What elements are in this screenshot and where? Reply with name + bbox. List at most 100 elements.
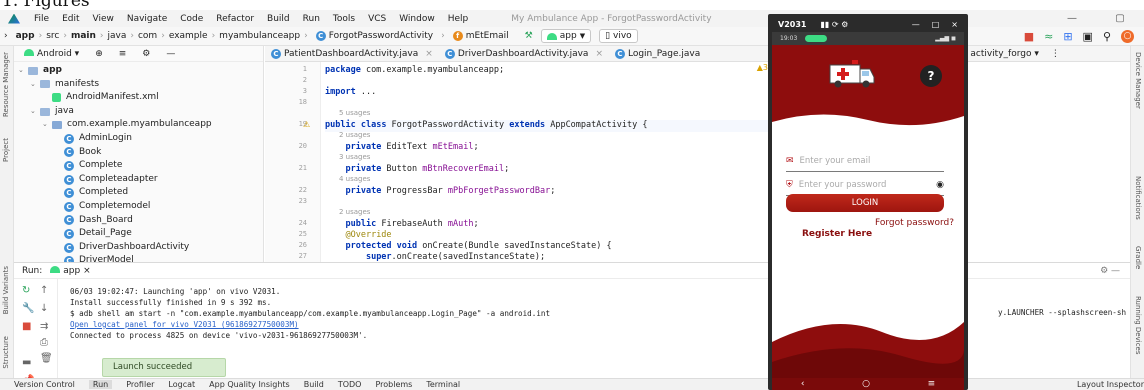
minimize-icon[interactable]: — [1048,10,1096,27]
inspection-widget[interactable]: ▲3 [757,63,768,72]
crumb-class[interactable]: C ForgotPasswordActivity [312,29,437,43]
stop-icon[interactable]: ■ [22,321,31,332]
rerun-icon[interactable]: ↻ [22,285,30,296]
bottom-tab-layout-inspector[interactable]: Layout Inspector [1077,380,1144,389]
recents-icon[interactable]: ≡ [928,379,936,389]
notifications-tab[interactable]: Notifications [1134,176,1142,220]
project-tree-item[interactable]: C DriverModel [14,254,263,262]
menu-view[interactable]: View [93,14,114,24]
menu-window[interactable]: Window [399,14,435,24]
project-tree-item[interactable]: ⌄ app [14,64,263,78]
minimize-icon[interactable]: — [912,20,920,29]
help-button[interactable]: ? [920,65,942,87]
collapse-icon[interactable]: ≡ [119,49,127,59]
bottom-tab-build[interactable]: Build [304,380,324,389]
resource-manager-tab[interactable]: Resource Manager [2,52,10,117]
project-tree-item[interactable]: ⌄ com.example.myambulanceapp [14,118,263,132]
project-tree-item[interactable]: C Detail_Page [14,227,263,241]
sdk-manager-icon[interactable]: ⊞ [1063,30,1072,43]
crumb-field[interactable]: f mEtEmail [449,29,513,43]
maximize-icon[interactable]: ▢ [1096,10,1144,27]
menu-run[interactable]: Run [303,14,320,24]
project-tree-item[interactable]: ⌄ java [14,105,263,119]
project-tree-item[interactable]: C Dash_Board [14,214,263,228]
locate-icon[interactable]: ⊕ [95,49,103,59]
stop-icon[interactable]: ■ [1024,30,1034,43]
hide-icon[interactable]: — [166,49,175,59]
tab-driver-dashboard[interactable]: C DriverDashboardActivity.java × [439,46,609,61]
back-arrow-icon[interactable]: › [4,31,8,41]
bottom-tab-run[interactable]: Run [88,380,113,389]
bottom-tab-todo[interactable]: TODO [338,380,362,389]
crumb-package[interactable]: myambulanceapp [219,31,300,41]
update-icon[interactable]: ○ [1121,30,1134,43]
menu-refactor[interactable]: Refactor [216,14,254,24]
device-manager-tab[interactable]: Device Manager [1134,52,1142,109]
menu-code[interactable]: Code [180,14,203,24]
running-devices-tab[interactable]: Running Devices [1134,296,1142,355]
menu-tools[interactable]: Tools [333,14,355,24]
gradle-tab[interactable]: Gradle [1134,246,1142,269]
apply-changes-icon[interactable]: ≈ [1044,30,1053,43]
crumb-com[interactable]: com [138,31,157,41]
tab-activity-forgot[interactable]: activity_forgo ▾ [958,48,1039,59]
menu-edit[interactable]: Edit [62,14,79,24]
print-icon[interactable]: ⎙ [40,337,48,348]
project-tree-item[interactable]: C Completeadapter [14,173,263,187]
structure-tab[interactable]: Structure [2,336,10,369]
run-config-dropdown[interactable]: app ▼ [540,29,592,43]
more-tabs-icon[interactable]: ⋮ [1051,49,1060,59]
project-tree-item[interactable]: C DriverDashboardActivity [14,241,263,255]
project-tree-item[interactable]: C Complete [14,159,263,173]
menu-help[interactable]: Help [448,14,469,24]
bottom-tab-logcat[interactable]: Logcat [168,380,195,389]
bottom-tab-terminal[interactable]: Terminal [426,380,460,389]
run-config-tab[interactable]: app × [50,265,91,276]
chevron-down-icon[interactable]: ⌄ [30,105,40,119]
project-view-select[interactable]: Android ▾ [24,48,79,59]
bottom-tab-profiler[interactable]: Profiler [126,380,154,389]
soft-wrap-icon[interactable]: ⇉ [40,321,48,332]
menu-build[interactable]: Build [267,14,290,24]
login-button[interactable]: LOGIN [786,194,944,212]
bottom-tab-version-control[interactable]: Version Control [14,380,75,389]
project-tree-item[interactable]: C AdminLogin [14,132,263,146]
crumb-example[interactable]: example [169,31,208,41]
run-settings-icon[interactable]: ⚙ — [1100,266,1120,276]
close-icon[interactable]: × [595,49,603,59]
crumb-java[interactable]: java [108,31,127,41]
project-tree-item[interactable]: C Completed [14,186,263,200]
close-icon[interactable]: × [425,49,433,59]
password-field[interactable]: ⛨ Enter your password ◉ [786,174,944,196]
chevron-down-icon[interactable]: ⌄ [42,118,52,132]
gutter-marker-icon[interactable]: ⚠ [303,120,310,129]
scroll-down-icon[interactable]: ↓ [40,303,48,314]
search-icon[interactable]: ⚲ [1103,30,1111,43]
menu-navigate[interactable]: Navigate [127,14,167,24]
code-editor[interactable]: ▲3 package com.example.myambulanceapp; im… [325,62,770,262]
crumb-src[interactable]: src [46,31,59,41]
back-icon[interactable]: ‹ [801,379,805,389]
device-dropdown[interactable]: ▯ vivo [599,29,638,43]
register-link[interactable]: Register Here [802,229,872,239]
crumb-app[interactable]: app [16,31,35,41]
chevron-down-icon[interactable]: ⌄ [30,78,40,92]
close-icon[interactable]: × [951,20,958,29]
build-variants-tab[interactable]: Build Variants [2,266,10,314]
bottom-tab-app-quality-insights[interactable]: App Quality Insights [209,380,290,389]
project-tree-item[interactable]: C Completemodel [14,200,263,214]
layout-icon[interactable]: ▬ [22,357,31,368]
eye-icon[interactable]: ◉ [936,180,944,190]
bottom-tab-problems[interactable]: Problems [375,380,412,389]
menu-vcs[interactable]: VCS [368,14,386,24]
crumb-main[interactable]: main [71,31,96,41]
forgot-password-link[interactable]: Forgot password? [844,218,954,228]
device-manager-icon[interactable]: ▣ [1083,30,1093,43]
project-tree-item[interactable]: AndroidManifest.xml [14,91,263,105]
settings-gear-icon[interactable]: ⚙ [142,49,150,59]
tab-login-page[interactable]: C Login_Page.java [609,46,706,61]
trash-icon[interactable]: 🗑 [40,353,53,364]
run-console[interactable]: 06/03 19:02:47: Launching 'app' on vivo … [70,287,550,342]
chevron-down-icon[interactable]: ⌄ [18,64,28,78]
project-tree-item[interactable]: ⌄ manifests [14,78,263,92]
